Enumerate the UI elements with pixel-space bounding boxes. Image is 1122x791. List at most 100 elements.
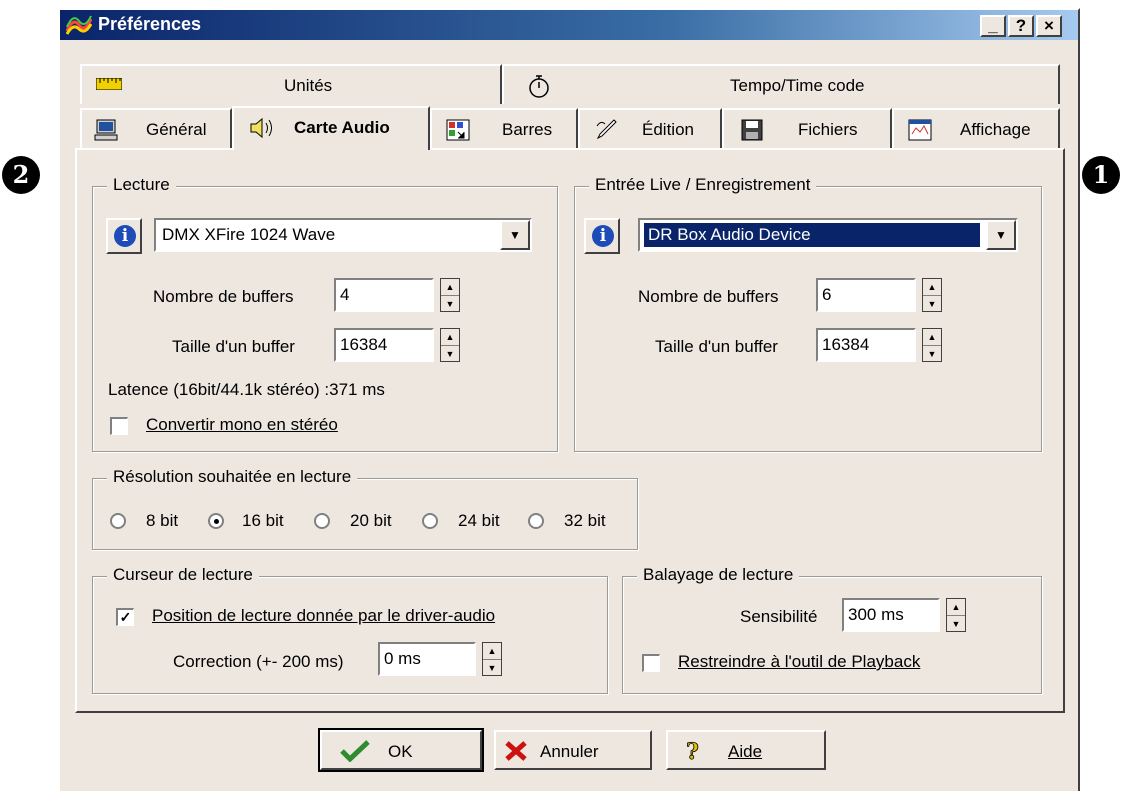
restrict-playback-checkbox[interactable]	[642, 654, 660, 672]
ruler-icon	[96, 78, 122, 90]
button-label: Annuler	[540, 742, 599, 761]
tab-label: Barres	[502, 120, 553, 139]
select-value: DMX XFire 1024 Wave	[162, 225, 336, 244]
info-button-lecture[interactable]: i	[106, 218, 142, 254]
live-buffers-input[interactable]: 6	[816, 278, 916, 312]
cursor-group: Curseur de lecture	[92, 565, 608, 694]
question-icon: ?	[686, 739, 700, 764]
tab-label: Édition	[642, 120, 694, 139]
tab-label: Affichage	[960, 120, 1031, 139]
radio-label: 32 bit	[564, 511, 606, 530]
driver-position-checkbox[interactable]: ✓	[116, 608, 134, 626]
minimize-button[interactable]: _	[980, 15, 1006, 37]
sensitivity-spinner[interactable]: ▲ ▼	[946, 598, 966, 632]
input-value: 16384	[822, 335, 870, 354]
latency-text: Latence (16bit/44.1k stéréo) :371 ms	[108, 380, 385, 399]
window-title: Préférences	[98, 14, 202, 34]
tab-general[interactable]: Général	[80, 108, 232, 148]
tab-affichage[interactable]: Affichage	[892, 108, 1060, 148]
tab-label: Tempo/Time code	[730, 76, 865, 95]
input-value: 0 ms	[384, 649, 421, 668]
speaker-icon	[250, 117, 272, 139]
close-button[interactable]: ×	[1036, 15, 1062, 37]
tab-edition[interactable]: Édition	[578, 108, 722, 148]
help-button[interactable]: ? Aide	[666, 730, 826, 770]
x-icon	[505, 741, 527, 761]
buffers-input[interactable]: 4	[334, 278, 434, 312]
group-title: Balayage de lecture	[637, 565, 800, 585]
display-icon	[908, 119, 932, 141]
callout-marker-2: 2	[2, 156, 40, 194]
edit-icon	[596, 119, 617, 140]
radio-label: 16 bit	[242, 511, 284, 530]
title-bar[interactable]: Préférences _ ? ×	[60, 10, 1078, 40]
correction-spinner[interactable]: ▲ ▼	[482, 642, 502, 676]
group-title: Curseur de lecture	[107, 565, 259, 585]
input-value: 6	[822, 285, 832, 304]
mono-stereo-checkbox[interactable]	[110, 417, 128, 435]
tab-label: Fichiers	[798, 120, 858, 139]
tab-fichiers[interactable]: Fichiers	[722, 108, 892, 148]
radio-label: 20 bit	[350, 511, 392, 530]
playback-device-select[interactable]: DMX XFire 1024 Wave ▼	[154, 218, 532, 252]
sensitivity-input[interactable]: 300 ms	[842, 598, 940, 632]
radio-8-bit[interactable]	[110, 513, 126, 529]
stopwatch-icon	[529, 75, 549, 98]
button-label: Aide	[728, 742, 763, 761]
scrub-group: Balayage de lecture	[622, 565, 1042, 694]
info-button-live[interactable]: i	[584, 218, 620, 254]
tab-label: Unités	[284, 76, 333, 95]
tab-tempo-time-code[interactable]: Tempo/Time code	[502, 64, 1060, 104]
svg-text:?: ?	[686, 739, 699, 764]
live-buffer-size-input[interactable]: 16384	[816, 328, 916, 362]
live-buffer-size-spinner[interactable]: ▲ ▼	[922, 328, 942, 362]
label-buffers: Nombre de buffers	[638, 287, 779, 306]
radio-label: 24 bit	[458, 511, 500, 530]
tab-unites[interactable]: Unités	[80, 64, 502, 104]
group-title: Entrée Live / Enregistrement	[589, 175, 817, 195]
tab-carte-audio[interactable]: Carte Audio	[232, 106, 430, 150]
tab-label: Général	[146, 120, 207, 139]
floppy-icon	[741, 119, 763, 141]
group-title: Résolution souhaitée en lecture	[107, 467, 358, 487]
record-device-select[interactable]: DR Box Audio Device ▼	[638, 218, 1018, 252]
bars-icon	[446, 119, 470, 141]
cancel-button[interactable]: Annuler	[494, 730, 652, 770]
label-buffers: Nombre de buffers	[153, 287, 294, 306]
label-correction: Correction (+- 200 ms)	[173, 652, 344, 671]
buffer-size-input[interactable]: 16384	[334, 328, 434, 362]
chevron-down-icon[interactable]: ▼	[986, 220, 1016, 250]
button-label: OK	[388, 742, 413, 761]
select-value: DR Box Audio Device	[644, 223, 980, 247]
input-value: 300 ms	[848, 605, 904, 624]
info-icon: i	[592, 225, 614, 247]
help-title-button[interactable]: ?	[1008, 15, 1034, 37]
radio-32-bit[interactable]	[528, 513, 544, 529]
radio-label: 8 bit	[146, 511, 179, 530]
label-sensitivity: Sensibilité	[740, 607, 818, 626]
label-buffer-size: Taille d'un buffer	[172, 337, 295, 356]
radio-20-bit[interactable]	[314, 513, 330, 529]
tab-barres[interactable]: Barres	[430, 108, 578, 148]
correction-input[interactable]: 0 ms	[378, 642, 476, 676]
radio-16-bit[interactable]	[208, 513, 224, 529]
input-value: 16384	[340, 335, 388, 354]
group-title: Lecture	[107, 175, 176, 195]
driver-position-label: Position de lecture donnée par le driver…	[152, 606, 496, 625]
callout-marker-1: 1	[1082, 156, 1120, 194]
tab-label: Carte Audio	[294, 118, 390, 137]
check-icon	[340, 740, 370, 762]
label-buffer-size: Taille d'un buffer	[655, 337, 778, 356]
app-logo-icon	[66, 15, 92, 35]
buffers-spinner[interactable]: ▲ ▼	[440, 278, 460, 312]
radio-24-bit[interactable]	[422, 513, 438, 529]
computer-icon	[94, 119, 118, 141]
input-value: 4	[340, 285, 350, 304]
mono-stereo-label: Convertir mono en stéréo	[146, 415, 338, 434]
restrict-playback-label: Restreindre à l'outil de Playback	[678, 652, 921, 671]
chevron-down-icon[interactable]: ▼	[500, 220, 530, 250]
buffer-size-spinner[interactable]: ▲ ▼	[440, 328, 460, 362]
ok-button[interactable]: OK	[318, 728, 484, 772]
info-icon: i	[114, 225, 136, 247]
live-buffers-spinner[interactable]: ▲ ▼	[922, 278, 942, 312]
